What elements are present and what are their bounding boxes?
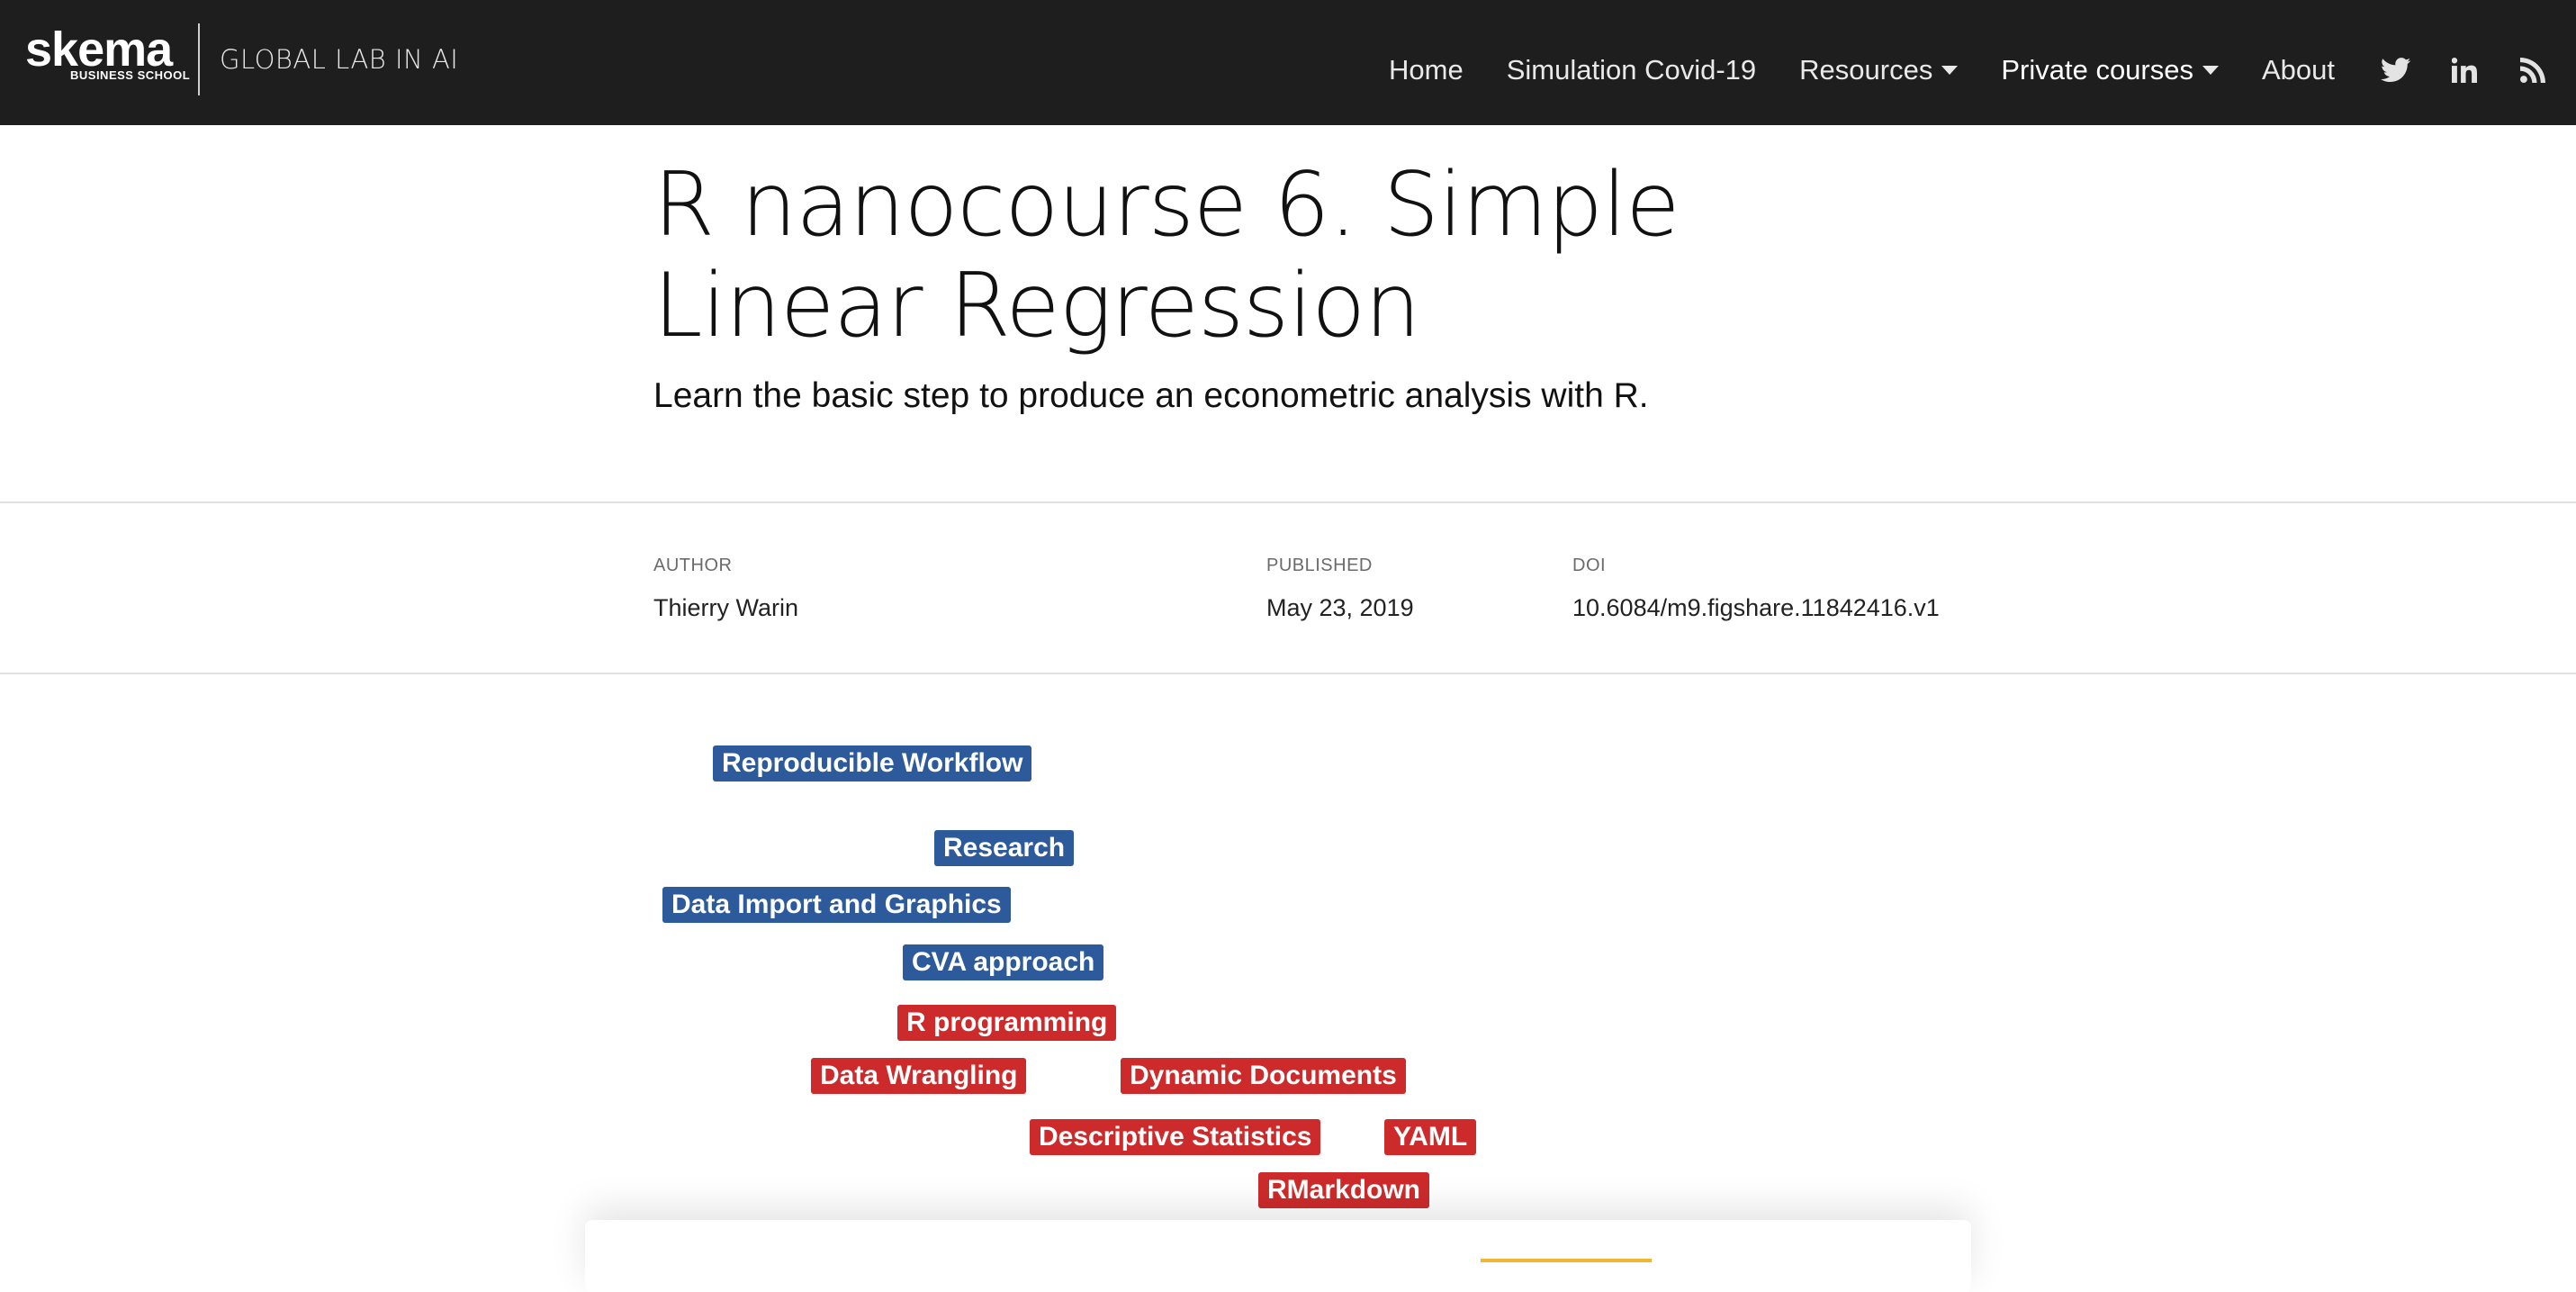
nav-private-courses-label: Private courses (2001, 53, 2193, 86)
brand-home-link[interactable]: skema BUSINESS SCHOOL GLOBAL LAB IN AI (25, 23, 458, 95)
content-card (585, 1220, 1971, 1292)
linkedin-icon[interactable] (2446, 52, 2482, 88)
chevron-down-icon (1941, 65, 1959, 75)
top-navbar: skema BUSINESS SCHOOL GLOBAL LAB IN AI H… (0, 0, 2576, 125)
main-nav: Home Simulation Covid-19 Resources Priva… (1389, 0, 2576, 125)
page-subtitle: Learn the basic step to produce an econo… (653, 376, 1649, 415)
tag-reproducible-workflow[interactable]: Reproducible Workflow (713, 745, 1032, 782)
chevron-down-icon (2202, 65, 2219, 75)
nav-about[interactable]: About (2262, 54, 2335, 86)
doi-label: DOI (1572, 556, 1607, 575)
published-date: May 23, 2019 (1266, 594, 1414, 621)
nav-about-label: About (2261, 53, 2335, 86)
divider-bottom (0, 673, 2576, 674)
rss-icon[interactable] (2515, 52, 2551, 88)
logo-wordmark: skema (25, 23, 173, 77)
tag-cva-approach[interactable]: CVA approach (903, 944, 1104, 980)
page-title: R nanocourse 6. Simple Linear Regression (653, 154, 1680, 357)
tag-yaml[interactable]: YAML (1384, 1119, 1477, 1155)
tag-data-wrangling[interactable]: Data Wrangling (811, 1058, 1027, 1094)
nav-simulation-label: Simulation Covid-19 (1506, 53, 1757, 86)
nav-private-courses-dropdown[interactable]: Private courses (2001, 54, 2219, 86)
tag-research[interactable]: Research (934, 830, 1075, 866)
nav-home-label: Home (1389, 53, 1464, 86)
logo-subtitle: BUSINESS SCHOOL (70, 68, 191, 82)
divider-top (0, 501, 2576, 503)
tag-descriptive-statistics[interactable]: Descriptive Statistics (1030, 1119, 1321, 1155)
published-label: PUBLISHED (1266, 556, 1373, 575)
author-label: AUTHOR (653, 556, 733, 575)
nav-home[interactable]: Home (1389, 54, 1464, 86)
tag-data-import-graphics[interactable]: Data Import and Graphics (662, 887, 1011, 923)
twitter-icon[interactable] (2378, 52, 2414, 88)
tag-dynamic-documents[interactable]: Dynamic Documents (1121, 1058, 1406, 1094)
card-accent-bar (1481, 1259, 1652, 1262)
author-name: Thierry Warin (653, 594, 799, 621)
nav-resources-label: Resources (1799, 53, 1933, 86)
tag-rmarkdown[interactable]: RMarkdown (1258, 1172, 1430, 1208)
doi-link[interactable]: 10.6084/m9.figshare.11842416.v1 (1572, 594, 1940, 622)
brand-divider (198, 23, 200, 95)
nav-simulation-covid[interactable]: Simulation Covid-19 (1507, 54, 1756, 86)
lab-name: GLOBAL LAB IN AI (220, 44, 459, 75)
nav-resources-dropdown[interactable]: Resources (1799, 53, 1959, 86)
tag-r-programming[interactable]: R programming (897, 1005, 1117, 1041)
skema-logo: skema BUSINESS SCHOOL (25, 23, 190, 95)
